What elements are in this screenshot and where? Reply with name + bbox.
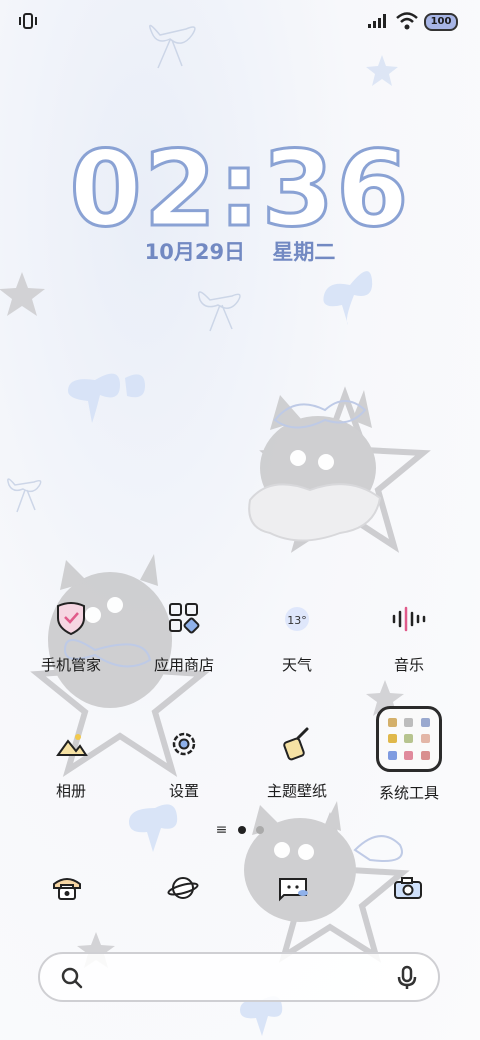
weather-temp: 13° bbox=[287, 614, 307, 627]
status-bar: 100 bbox=[0, 0, 480, 44]
app-label: 天气 bbox=[281, 656, 312, 674]
app-label: 应用商店 bbox=[153, 656, 214, 674]
dock-phone[interactable] bbox=[37, 858, 97, 918]
battery-indicator: 100 bbox=[424, 13, 458, 31]
vibrate-icon bbox=[19, 13, 37, 29]
search-bar[interactable] bbox=[38, 952, 440, 1002]
folder-system-tools[interactable]: 系统工具 bbox=[354, 706, 464, 803]
dock-browser[interactable] bbox=[153, 858, 213, 918]
app-gallery[interactable]: 相册 bbox=[16, 720, 126, 801]
menu-icon: ≡ bbox=[215, 822, 228, 838]
shield-icon bbox=[47, 594, 95, 642]
app-label: 相册 bbox=[55, 782, 86, 800]
date-text: 10月29日 bbox=[144, 240, 246, 264]
browser-planet-icon bbox=[167, 877, 199, 899]
folder-icon bbox=[376, 706, 442, 772]
app-label: 主题壁纸 bbox=[266, 782, 327, 800]
search-icon[interactable] bbox=[60, 966, 84, 990]
weather-icon: 13° bbox=[273, 594, 321, 642]
app-settings[interactable]: 设置 bbox=[129, 720, 239, 801]
app-label: 设置 bbox=[168, 782, 199, 800]
app-label: 手机管家 bbox=[40, 656, 101, 674]
clock-date: 10月29日 星期二 bbox=[0, 236, 480, 266]
app-store-icon bbox=[160, 594, 208, 642]
gear-icon bbox=[160, 720, 208, 768]
lockscreen-clock: 02:36 bbox=[68, 127, 411, 252]
app-app-store[interactable]: 应用商店 bbox=[129, 594, 239, 675]
page-indicator[interactable]: ≡ bbox=[0, 822, 480, 838]
wifi-icon bbox=[396, 12, 418, 30]
app-label: 系统工具 bbox=[378, 784, 439, 802]
page-dot-active bbox=[237, 826, 246, 834]
app-weather[interactable]: 13° 天气 bbox=[242, 594, 352, 675]
messages-icon bbox=[279, 878, 308, 902]
signal-icon bbox=[368, 14, 386, 28]
app-label: 音乐 bbox=[393, 656, 424, 674]
dock-camera[interactable] bbox=[378, 858, 438, 918]
music-icon bbox=[385, 594, 433, 642]
gallery-icon bbox=[47, 720, 95, 768]
weekday-text: 星期二 bbox=[272, 240, 336, 264]
microphone-icon[interactable] bbox=[396, 965, 418, 991]
theme-brush-icon bbox=[273, 720, 321, 768]
app-themes[interactable]: 主题壁纸 bbox=[242, 720, 352, 801]
phone-icon bbox=[53, 878, 81, 900]
dock-messages[interactable] bbox=[264, 858, 324, 918]
page-dot bbox=[256, 826, 265, 834]
camera-icon bbox=[394, 877, 422, 899]
app-music[interactable]: 音乐 bbox=[354, 594, 464, 675]
app-phone-manager[interactable]: 手机管家 bbox=[16, 594, 126, 675]
